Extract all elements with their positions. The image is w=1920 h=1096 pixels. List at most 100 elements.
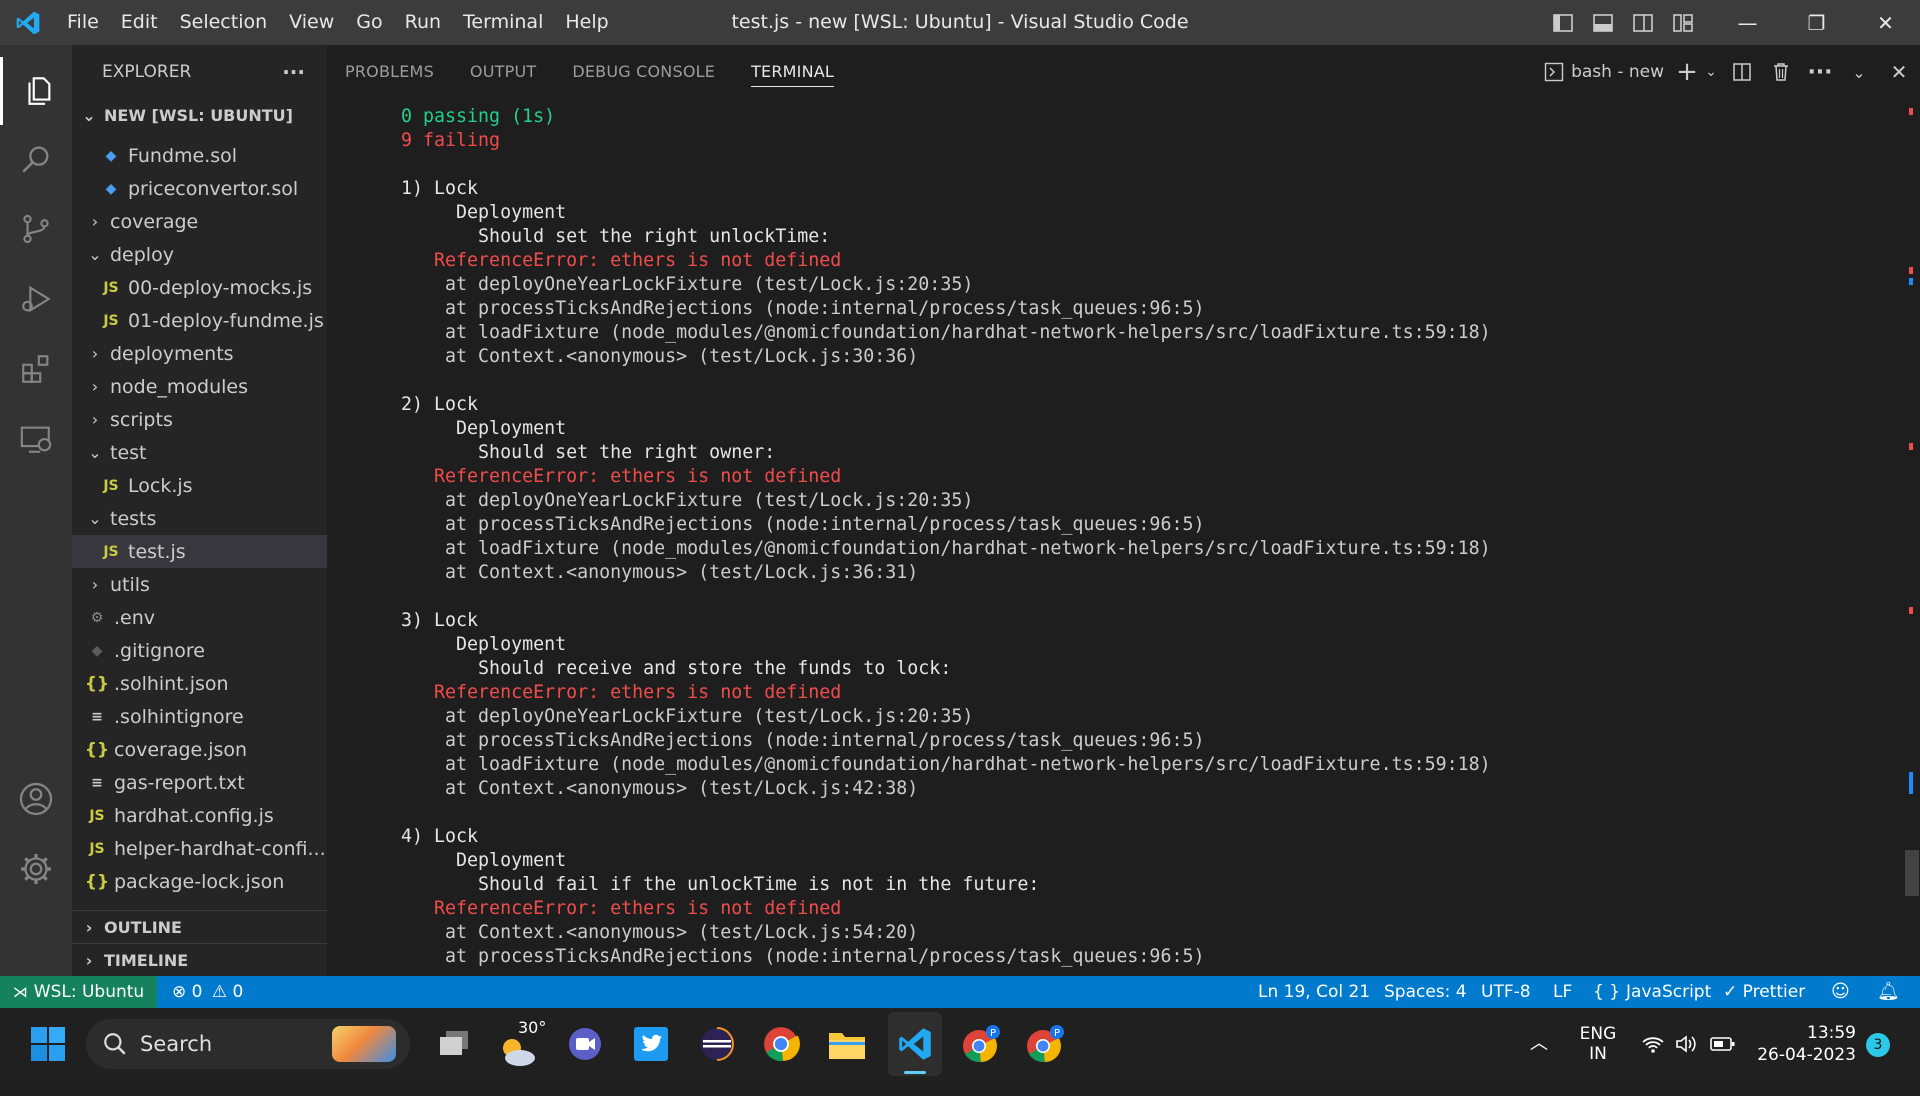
tab-terminal[interactable]: TERMINAL: [733, 45, 852, 99]
tree-item[interactable]: ≡ .solhintignore: [72, 700, 327, 733]
menu-item-go[interactable]: Go: [345, 0, 393, 45]
tree-item-label: 01-deploy-fundme.js: [128, 309, 324, 332]
toggle-panel-icon[interactable]: [1583, 0, 1623, 45]
timeline-section-header[interactable]: › TIMELINE: [72, 943, 327, 976]
show-hidden-icons-icon[interactable]: ︿: [1524, 1008, 1554, 1080]
twitter-icon[interactable]: [626, 1008, 676, 1080]
more-actions-button[interactable]: ···: [282, 60, 305, 84]
search-icon[interactable]: [0, 125, 72, 193]
input-language[interactable]: ENG IN: [1572, 1008, 1624, 1096]
teams-meet-icon[interactable]: [560, 1008, 610, 1080]
problems-indicator[interactable]: ⊗ 0 ⚠ 0: [172, 976, 243, 1008]
tab-output[interactable]: OUTPUT: [452, 45, 554, 99]
workspace-root-label: NEW [WSL: UBUNTU]: [104, 105, 293, 125]
close-button[interactable]: ✕: [1851, 0, 1920, 45]
tree-item[interactable]: JS 01-deploy-fundme.js: [72, 304, 327, 337]
remote-explorer-icon[interactable]: [0, 405, 72, 473]
tree-item[interactable]: ◆ Fundme.sol: [72, 139, 327, 172]
menu-item-help[interactable]: Help: [554, 0, 619, 45]
feedback-icon[interactable]: ☺: [1831, 976, 1850, 1008]
tab-problems[interactable]: PROBLEMS: [327, 45, 452, 99]
eclipse-icon[interactable]: [692, 1008, 742, 1080]
menu-item-selection[interactable]: Selection: [169, 0, 279, 45]
indentation[interactable]: Spaces: 4: [1384, 976, 1467, 1008]
tree-item[interactable]: JS test.js: [72, 535, 327, 568]
language-region: IN: [1589, 1044, 1607, 1064]
outline-section-header[interactable]: › OUTLINE: [72, 910, 327, 943]
weather-widget[interactable]: 30°: [494, 1008, 546, 1080]
tree-item[interactable]: › utils: [72, 568, 327, 601]
tree-item[interactable]: JS 00-deploy-mocks.js: [72, 271, 327, 304]
accounts-icon[interactable]: [0, 765, 72, 833]
menu-item-terminal[interactable]: Terminal: [452, 0, 554, 45]
terminal-dropdown-icon[interactable]: ⌄: [1700, 45, 1722, 99]
menu-item-edit[interactable]: Edit: [110, 0, 169, 45]
run-debug-icon[interactable]: [0, 265, 72, 333]
tree-item[interactable]: JS Lock.js: [72, 469, 327, 502]
tree-item[interactable]: ≡ gas-report.txt: [72, 766, 327, 799]
extensions-icon[interactable]: [0, 335, 72, 403]
workspace-root-header[interactable]: ⌄ NEW [WSL: UBUNTU]: [72, 99, 327, 131]
file-explorer-icon[interactable]: [822, 1008, 872, 1080]
tree-item[interactable]: JS hardhat.config.js: [72, 799, 327, 832]
minimize-button[interactable]: —: [1713, 0, 1782, 45]
split-terminal-icon[interactable]: [1722, 45, 1762, 99]
menu-item-view[interactable]: View: [278, 0, 345, 45]
vscode-taskbar-icon[interactable]: [888, 1012, 942, 1076]
terminal-scrollbar-thumb[interactable]: [1905, 850, 1919, 896]
tree-item[interactable]: ⌄ tests: [72, 502, 327, 535]
terminal-line: Should fail if the unlockTime is not in …: [379, 874, 1040, 895]
tree-item[interactable]: {} coverage.json: [72, 733, 327, 766]
windows-start-icon[interactable]: [22, 1008, 74, 1080]
tree-item[interactable]: ⌄ test: [72, 436, 327, 469]
menu-item-run[interactable]: Run: [394, 0, 452, 45]
end-of-line[interactable]: LF: [1553, 976, 1572, 1008]
maximize-panel-icon[interactable]: ⌄: [1840, 45, 1878, 99]
tree-item-label: utils: [110, 573, 150, 596]
tree-item[interactable]: › node_modules: [72, 370, 327, 403]
tree-item-label: deploy: [110, 243, 174, 266]
source-control-icon[interactable]: [0, 195, 72, 263]
tab-debug-console[interactable]: DEBUG CONSOLE: [554, 45, 733, 99]
language-mode[interactable]: { } JavaScript: [1593, 976, 1711, 1008]
notification-badge[interactable]: 3: [1866, 1033, 1890, 1057]
trash-icon[interactable]: [1762, 45, 1800, 99]
clock[interactable]: 13:59 26-04-2023: [1752, 1008, 1856, 1094]
new-terminal-icon[interactable]: +: [1674, 45, 1700, 99]
prettier-status[interactable]: ✓ Prettier: [1723, 976, 1805, 1008]
more-actions-icon[interactable]: ···: [1800, 45, 1840, 99]
volume-icon[interactable]: [1672, 1008, 1702, 1080]
tree-item[interactable]: ◆ priceconvertor.sol: [72, 172, 327, 205]
menu-item-file[interactable]: File: [56, 0, 110, 45]
terminal-name[interactable]: bash - new: [1569, 45, 1674, 99]
terminal-output[interactable]: 0 passing (1s) 9 failing 1) Lock Deploym…: [379, 105, 1880, 976]
tree-item[interactable]: {} .solhint.json: [72, 667, 327, 700]
tree-item[interactable]: › coverage: [72, 205, 327, 238]
tree-item[interactable]: {} package-lock.json: [72, 865, 327, 898]
chrome-profile-icon[interactable]: P: [956, 1008, 1006, 1080]
restore-button[interactable]: ❐: [1782, 0, 1851, 45]
remote-indicator[interactable]: ⋊ WSL: Ubuntu: [0, 976, 157, 1008]
battery-icon[interactable]: [1708, 1008, 1738, 1080]
tree-item[interactable]: › scripts: [72, 403, 327, 436]
explorer-icon[interactable]: [0, 57, 72, 125]
wifi-icon[interactable]: [1638, 1008, 1668, 1080]
git-file-icon: ◆: [91, 642, 103, 659]
close-panel-icon[interactable]: ✕: [1878, 45, 1920, 99]
tree-item[interactable]: ⌄ deploy: [72, 238, 327, 271]
taskbar-search[interactable]: Search: [86, 1019, 410, 1069]
notifications-bell-icon[interactable]: 🔔︎: [1877, 976, 1900, 1008]
tree-item[interactable]: ⚙ .env: [72, 601, 327, 634]
chrome-icon[interactable]: [756, 1008, 806, 1080]
task-view-icon[interactable]: [432, 1008, 476, 1080]
toggle-secondary-sidebar-icon[interactable]: [1623, 0, 1663, 45]
encoding[interactable]: UTF-8: [1481, 976, 1531, 1008]
cursor-position[interactable]: Ln 19, Col 21: [1258, 976, 1370, 1008]
chrome-profile-icon[interactable]: P: [1020, 1008, 1070, 1080]
manage-gear-icon[interactable]: [0, 835, 72, 903]
tree-item[interactable]: ◆ .gitignore: [72, 634, 327, 667]
toggle-primary-sidebar-icon[interactable]: [1543, 0, 1583, 45]
tree-item[interactable]: JS helper-hardhat-confi...: [72, 832, 327, 865]
customize-layout-icon[interactable]: [1663, 0, 1703, 45]
tree-item[interactable]: › deployments: [72, 337, 327, 370]
